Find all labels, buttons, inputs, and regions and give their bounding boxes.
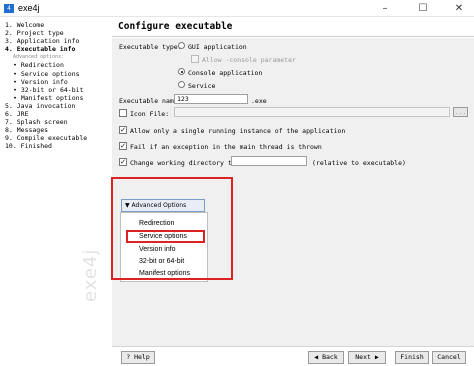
icon-file-label: Icon File: [130,110,170,118]
maximize-button[interactable]: ☐ [410,0,436,17]
next-button[interactable]: Next ▶ [348,351,386,364]
step-advanced-options-label: Advanced options: [13,54,65,61]
exe4j-app-icon: 4 [4,4,14,13]
step-finished: 10. Finished [5,142,52,151]
step-service-options: • Service options [13,69,80,78]
fail-on-exception-checkbox[interactable]: ✓ [119,142,127,150]
change-directory-label: Change working directory to: [130,159,240,167]
service-label: Service [188,82,216,90]
step-manifest-options: • Manifest options [13,93,84,102]
close-button[interactable]: ✕ [446,0,472,17]
change-directory-checkbox[interactable]: ✓ [119,158,127,166]
executable-name-label: Executable name: [119,97,182,105]
page-title: Configure executable [118,21,233,32]
finish-button[interactable]: Finish [395,351,429,364]
working-directory-input[interactable] [231,156,307,166]
step-compile-executable: 9. Compile executable [5,134,88,143]
allow-console-label: Allow -console parameter [202,56,296,64]
page-header: Configure executable [112,17,474,37]
wizard-button-bar: ? Help ◀ Back Next ▶ Finish Cancel [112,346,474,366]
relative-to-executable-hint: (relative to executable) [312,159,406,167]
step-messages: 8. Messages [5,126,49,135]
help-icon: ? [126,353,131,361]
console-application-label: Console application [188,69,263,77]
step-32-or-64-bit: • 32-bit or 64-bit [13,85,84,94]
single-instance-label: Allow only a single running instance of … [130,127,346,135]
step-version-info: • Version info [13,77,68,86]
step-executable-info: 4. Executable info [5,45,76,54]
back-button[interactable]: ◀ Back [308,351,344,364]
console-application-radio[interactable] [178,68,185,75]
32-bit-option-highlight-box [126,230,205,243]
executable-type-label: Executable type: [119,43,182,51]
step-project-type: 2. Project type [5,29,64,38]
fail-on-exception-label: Fail if an exception in the main thread … [130,143,322,151]
gui-application-radio[interactable] [178,42,185,49]
minimize-button[interactable]: – [372,0,398,17]
exe4j-watermark: exe4j [80,248,101,302]
icon-file-browse-button[interactable]: ... [453,107,468,117]
wizard-steps-sidebar: 1. Welcome 2. Project type 3. Applicatio… [0,17,110,366]
icon-file-input[interactable] [174,107,450,117]
window-title: exe4j [18,3,40,13]
allow-console-checkbox[interactable] [191,55,199,63]
step-list: 1. Welcome 2. Project type 3. Applicatio… [5,21,87,151]
main-content: Configure executable Executable type: GU… [111,17,474,346]
step-jre: 6. JRE [5,110,29,119]
step-java-invocation: 5. Java invocation [5,101,76,110]
advanced-options-highlight-box [111,177,233,280]
next-arrow-icon: ▶ [374,353,379,361]
help-button[interactable]: ? Help [121,351,155,364]
step-redirection: • Redirection [13,61,64,70]
service-radio[interactable] [178,81,185,88]
icon-file-checkbox[interactable] [119,109,127,117]
executable-extension-label: .exe [251,97,267,105]
step-application-info: 3. Application info [5,37,80,46]
single-instance-checkbox[interactable]: ✓ [119,126,127,134]
title-bar: 4 exe4j – ☐ ✕ [0,0,474,17]
cancel-button[interactable]: Cancel [432,351,466,364]
step-splash-screen: 7. Splash screen [5,118,68,127]
back-arrow-icon: ◀ [314,353,319,361]
step-welcome: 1. Welcome [5,21,45,29]
executable-name-input[interactable]: 123 [174,94,248,104]
gui-application-label: GUI application [188,43,247,51]
